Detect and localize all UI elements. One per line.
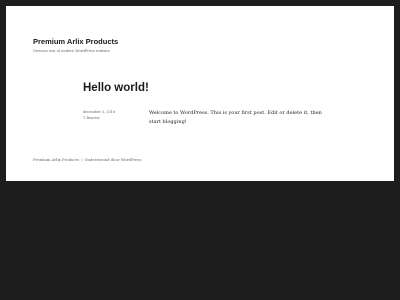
footer-separator: / (81, 157, 83, 162)
content-area: Premium Arlix Products Gewoon een of and… (6, 6, 394, 181)
footer-site-link[interactable]: Premium Arlix Products (33, 157, 79, 162)
site-tagline: Gewoon een of andere WordPress website (33, 49, 110, 53)
site-title-link[interactable]: Premium Arlix Products (33, 37, 118, 46)
post-title-link[interactable]: Hello world! (83, 82, 149, 94)
post-meta: december 3, 2016 1 Reactie (83, 109, 115, 121)
site-footer: Premium Arlix Products / Ondersteund door … (33, 157, 141, 162)
post-comments-link[interactable]: 1 Reactie (83, 115, 115, 121)
footer-powered-by-link[interactable]: Ondersteund door WordPress (84, 157, 141, 162)
post-content: Welcome to WordPress. This is your first… (149, 110, 322, 125)
